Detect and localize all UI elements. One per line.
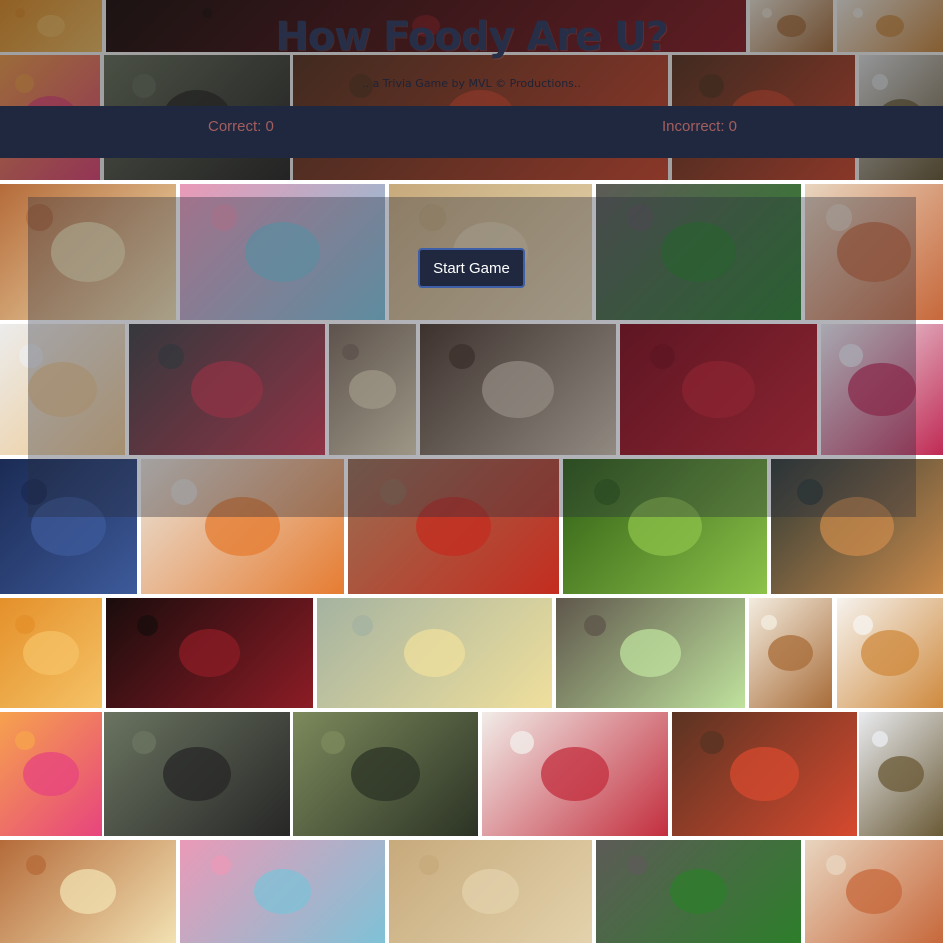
- photo-subject: [22, 751, 80, 797]
- photo-marshmallow-cereal: [180, 840, 385, 943]
- photo-subject: [22, 630, 80, 676]
- photo-subject: [404, 628, 465, 678]
- photo-detail: [825, 855, 846, 876]
- photo-detail: [15, 614, 35, 635]
- photo-detail: [871, 730, 888, 747]
- photo-detail: [15, 730, 35, 751]
- photo-subject: [620, 628, 681, 678]
- photo-detail: [419, 855, 440, 876]
- scoreboard: Correct: 0 Incorrect: 0: [0, 106, 943, 158]
- photo-detail: [852, 614, 874, 635]
- photo-detail: [699, 730, 724, 755]
- start-game-button[interactable]: Start Game: [418, 248, 525, 288]
- photo-subject: [254, 868, 311, 915]
- photo-yogurt-parfait: [317, 598, 552, 708]
- photo-field-worker: [293, 712, 478, 836]
- photo-detail: [210, 855, 231, 876]
- page-title: How Foody Are U?: [275, 14, 669, 60]
- photo-subject: [540, 746, 610, 802]
- photo-basil-tomatoes: [596, 840, 801, 943]
- photo-subject: [59, 868, 117, 915]
- photo-crepes: [0, 840, 176, 943]
- photo-burger: [837, 598, 943, 708]
- photo-subject: [767, 634, 814, 672]
- photo-subject: [179, 628, 240, 678]
- photo-spaghetti-bolognese: [672, 712, 857, 836]
- correct-count: Correct: 0: [208, 118, 274, 135]
- page: How Foody Are U? .. a Trivia Game by MVL…: [0, 0, 943, 943]
- incorrect-count: Incorrect: 0: [662, 118, 738, 135]
- photo-detail: [320, 730, 345, 755]
- photo-subject: [860, 629, 920, 677]
- photo-detail: [352, 614, 374, 636]
- photo-subject: [845, 868, 903, 915]
- photo-green-apples: [556, 598, 745, 708]
- photo-subject: [351, 746, 420, 802]
- photo-subject: [730, 746, 799, 802]
- photo-wheat: [389, 840, 592, 943]
- photo-subject: [670, 868, 727, 915]
- photo-detail: [584, 614, 606, 636]
- photo-red-hands: [106, 598, 313, 708]
- photo-sprinkle-donut: [0, 712, 102, 836]
- photo-subject: [162, 746, 232, 802]
- photo-detail: [761, 614, 778, 631]
- photo-detail: [509, 730, 534, 755]
- page-subtitle: .. a Trivia Game by MVL © Productions..: [362, 77, 581, 90]
- photo-subject: [462, 868, 519, 915]
- photo-detail: [137, 614, 159, 636]
- photo-subject: [877, 755, 925, 793]
- photo-man-eating-burger: [104, 712, 290, 836]
- photo-oranges: [0, 598, 102, 708]
- photo-detail: [626, 855, 647, 876]
- photo-detail: [131, 730, 156, 755]
- photo-plated-dish: [859, 712, 943, 836]
- photo-club-sandwich: [805, 840, 943, 943]
- game-panel: [28, 197, 916, 517]
- photo-wedding-cake: [482, 712, 668, 836]
- photo-detail: [26, 855, 47, 876]
- photo-pancakes: [749, 598, 832, 708]
